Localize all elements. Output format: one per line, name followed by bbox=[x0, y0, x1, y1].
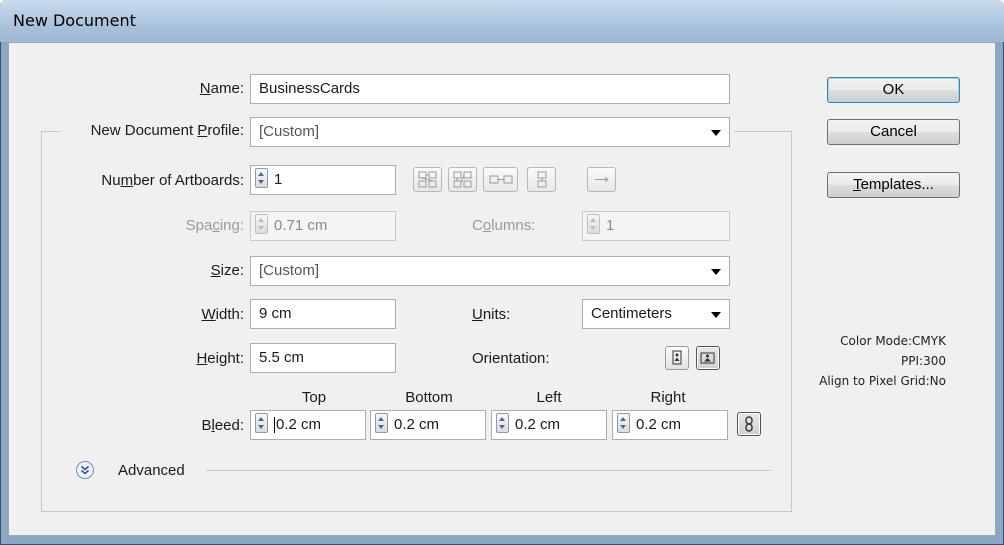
height-label: Height: bbox=[196, 350, 244, 367]
bleed-bottom-stepper[interactable]: 0.2 cm bbox=[370, 410, 486, 440]
size-select[interactable]: [Custom] bbox=[250, 256, 730, 286]
grid-by-row-icon bbox=[418, 171, 436, 188]
height-input[interactable]: 5.5 cm bbox=[250, 343, 396, 373]
right-to-left-layout-icon bbox=[594, 176, 609, 183]
width-input[interactable]: 9 cm bbox=[250, 299, 396, 329]
ppi-info: PPI:300 bbox=[901, 354, 946, 368]
units-label: Units: bbox=[472, 306, 511, 323]
width-label: Width: bbox=[201, 306, 244, 323]
arrange-by-row-button[interactable] bbox=[483, 167, 518, 192]
grid-by-column-icon bbox=[453, 171, 471, 188]
text-caret bbox=[274, 417, 275, 434]
spacing-stepper: 0.71 cm bbox=[250, 211, 396, 241]
profile-select[interactable]: [Custom] bbox=[250, 117, 730, 147]
arrange-by-column-button[interactable] bbox=[527, 167, 556, 192]
chevron-down-circle-icon bbox=[76, 461, 94, 479]
size-label: Size: bbox=[210, 262, 244, 279]
group-border-left bbox=[41, 131, 42, 512]
artboards-stepper[interactable]: 1 bbox=[250, 165, 396, 195]
bleed-header-right: Right bbox=[650, 389, 686, 406]
title-bar[interactable]: New Document bbox=[0, 0, 1004, 42]
landscape-icon bbox=[700, 352, 715, 364]
portrait-button[interactable] bbox=[665, 346, 689, 370]
cancel-button[interactable]: Cancel bbox=[827, 119, 960, 145]
orientation-label: Orientation: bbox=[472, 350, 550, 367]
grid-by-column-button[interactable] bbox=[448, 167, 477, 192]
bleed-left-stepper[interactable]: 0.2 cm bbox=[491, 410, 607, 440]
group-border-top-right bbox=[734, 131, 792, 132]
bleed-header-top: Top bbox=[301, 389, 327, 406]
dialog-title: New Document bbox=[13, 11, 136, 30]
grid-by-row-button[interactable] bbox=[413, 167, 442, 192]
templates-button[interactable]: Templates... bbox=[827, 172, 960, 198]
spinner-icon[interactable] bbox=[255, 168, 268, 189]
advanced-label[interactable]: Advanced bbox=[118, 462, 185, 479]
bleed-label: Bleed: bbox=[201, 417, 244, 434]
spinner-icon[interactable] bbox=[496, 413, 509, 434]
columns-stepper: 1 bbox=[582, 211, 730, 241]
spinner-icon[interactable] bbox=[255, 413, 268, 434]
spinner-icon[interactable] bbox=[375, 413, 388, 434]
bleed-top-stepper[interactable]: 0.2 cm bbox=[250, 410, 366, 440]
name-label: Name: bbox=[199, 80, 244, 97]
arrange-by-row-icon bbox=[489, 175, 512, 184]
pixel-grid-info: Align to Pixel Grid:No bbox=[819, 374, 946, 388]
bleed-header-left: Left bbox=[536, 389, 562, 406]
spinner-icon bbox=[587, 214, 600, 235]
dropdown-arrow-icon bbox=[711, 312, 721, 318]
spinner-icon[interactable] bbox=[617, 413, 630, 434]
dropdown-arrow-icon bbox=[711, 269, 721, 275]
name-input[interactable]: BusinessCards bbox=[250, 74, 730, 104]
artboards-label: Number of Artboards: bbox=[101, 172, 244, 189]
group-border-top-left bbox=[41, 131, 61, 132]
bleed-right-stepper[interactable]: 0.2 cm bbox=[612, 410, 728, 440]
landscape-button[interactable] bbox=[696, 346, 720, 370]
advanced-toggle-button[interactable] bbox=[75, 460, 95, 480]
dropdown-arrow-icon bbox=[711, 130, 721, 136]
group-border-bottom bbox=[41, 511, 792, 512]
group-border-right bbox=[791, 131, 792, 512]
ok-button[interactable]: OK bbox=[827, 77, 960, 103]
spinner-icon bbox=[255, 214, 268, 235]
bleed-link-button[interactable] bbox=[737, 412, 761, 436]
color-mode-info: Color Mode:CMYK bbox=[840, 334, 946, 348]
right-to-left-layout-button[interactable] bbox=[587, 167, 616, 192]
profile-label: New Document Profile: bbox=[90, 122, 244, 139]
advanced-divider bbox=[206, 470, 771, 471]
spacing-label: Spacing: bbox=[185, 217, 244, 234]
arrange-by-column-icon bbox=[537, 171, 546, 188]
units-select[interactable]: Centimeters bbox=[582, 299, 730, 329]
bleed-header-bottom: Bottom bbox=[405, 389, 453, 406]
portrait-icon bbox=[672, 350, 682, 365]
columns-label: Columns: bbox=[472, 217, 536, 234]
link-chain-icon bbox=[745, 416, 753, 432]
